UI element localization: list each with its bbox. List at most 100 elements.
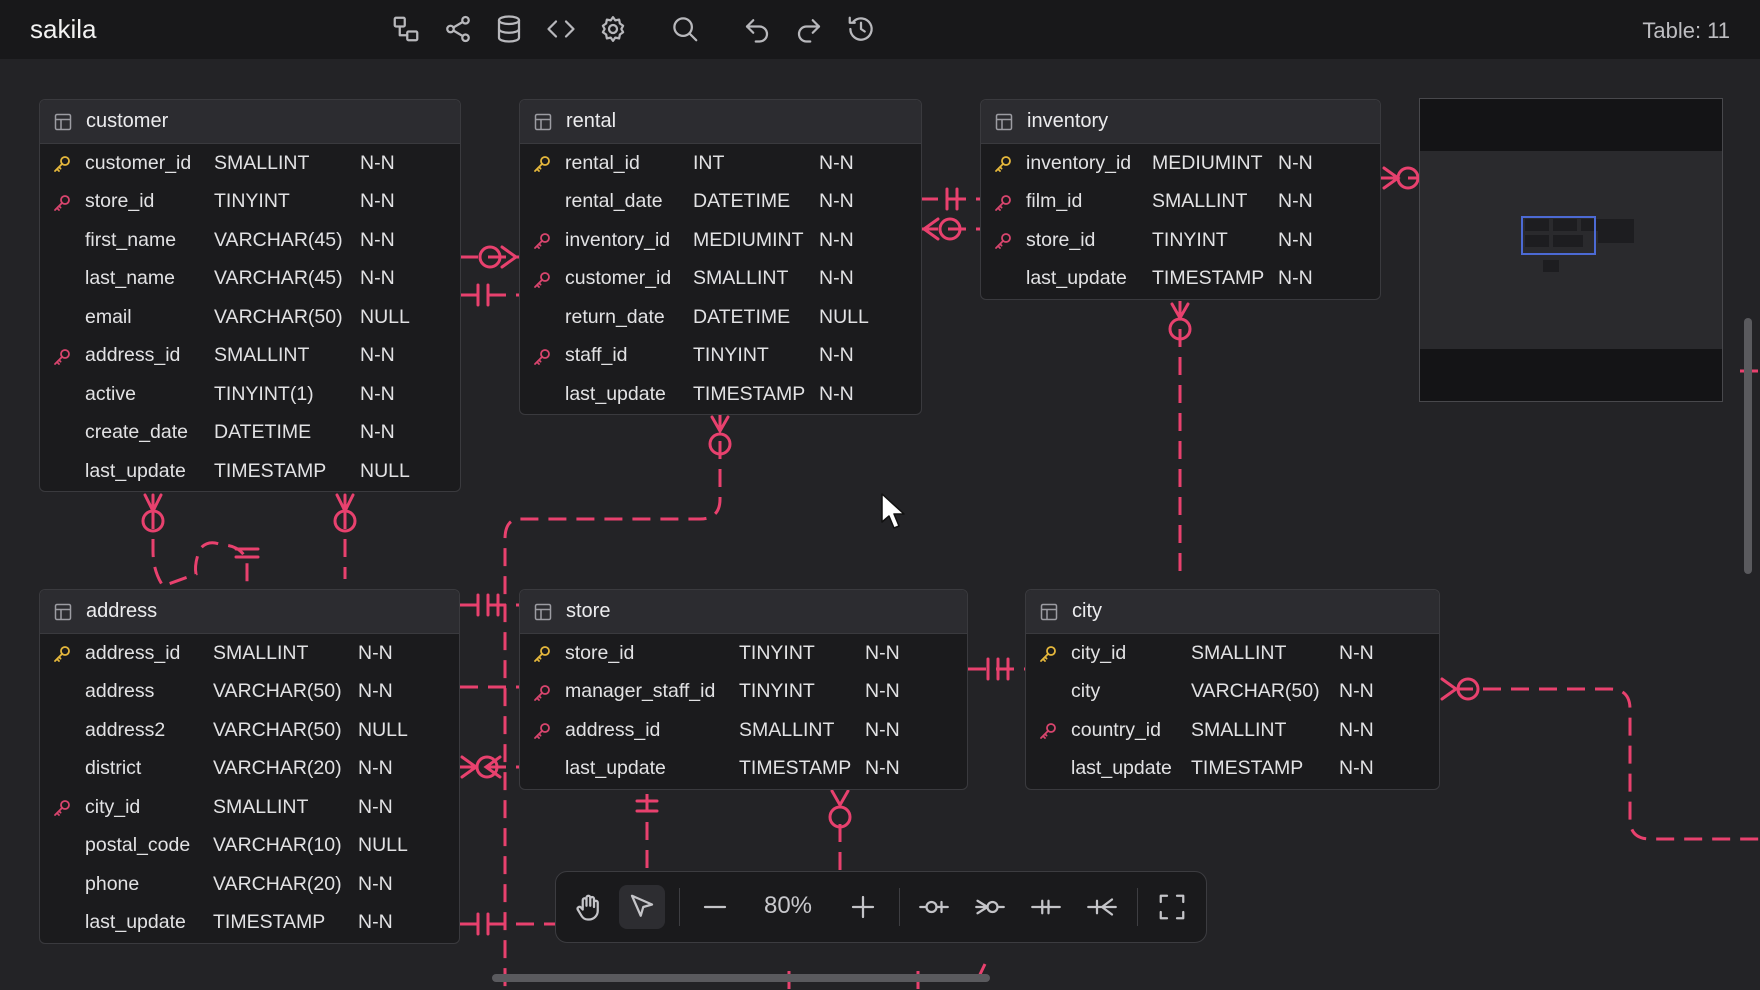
table-header[interactable]: rental xyxy=(520,100,921,144)
column-row[interactable]: active TINYINT(1) N-N xyxy=(40,375,460,414)
share-icon[interactable] xyxy=(441,12,475,46)
column-row[interactable]: first_name VARCHAR(45) N-N xyxy=(40,221,460,260)
column-nullable: N-N xyxy=(1278,190,1313,213)
column-name: inventory_id xyxy=(565,228,671,251)
table-inventory[interactable]: inventory inventory_id MEDIUMINT N-N film_id… xyxy=(980,99,1381,300)
column-row[interactable]: address2 VARCHAR(50) NULL xyxy=(40,711,459,750)
search-icon[interactable] xyxy=(668,12,702,46)
history-icon[interactable] xyxy=(844,12,878,46)
settings-icon[interactable] xyxy=(596,12,630,46)
column-nullable: N-N xyxy=(1278,228,1313,251)
table-header[interactable]: customer xyxy=(40,100,460,144)
column-row[interactable]: postal_code VARCHAR(10) NULL xyxy=(40,827,459,866)
column-row[interactable]: manager_staff_id TINYINT N-N xyxy=(520,673,967,712)
vertical-scrollbar[interactable] xyxy=(1744,318,1752,574)
column-nullable: N-N xyxy=(358,872,393,895)
column-nullable: N-N xyxy=(1339,641,1374,664)
diagram-icon[interactable] xyxy=(389,12,423,46)
column-nullable: N-N xyxy=(865,718,900,741)
column-row[interactable]: city_id SMALLINT N-N xyxy=(40,788,459,827)
fullscreen-icon[interactable] xyxy=(1149,885,1195,929)
column-row[interactable]: rental_id INT N-N xyxy=(520,144,921,183)
code-icon[interactable] xyxy=(544,12,578,46)
column-nullable: NULL xyxy=(819,305,869,328)
column-name: customer_id xyxy=(85,151,192,174)
column-row[interactable]: email VARCHAR(50) NULL xyxy=(40,298,460,337)
column-row[interactable]: film_id SMALLINT N-N xyxy=(981,183,1380,222)
column-row[interactable]: store_id TINYINT N-N xyxy=(40,183,460,222)
column-row[interactable]: rental_date DATETIME N-N xyxy=(520,183,921,222)
column-nullable: N-N xyxy=(360,344,395,367)
column-row[interactable]: create_date DATETIME N-N xyxy=(40,414,460,453)
column-row[interactable]: last_update TIMESTAMP N-N xyxy=(520,750,967,789)
column-row[interactable]: city_id SMALLINT N-N xyxy=(1026,634,1439,673)
column-type: TINYINT xyxy=(739,680,815,703)
column-nullable: N-N xyxy=(360,190,395,213)
column-row[interactable]: last_update TIMESTAMP N-N xyxy=(981,260,1380,299)
relation-one-one-icon[interactable] xyxy=(1023,885,1069,929)
column-type: TINYINT(1) xyxy=(214,382,314,405)
column-row[interactable]: customer_id SMALLINT N-N xyxy=(520,260,921,299)
column-type: TIMESTAMP xyxy=(1152,267,1265,290)
minimap[interactable] xyxy=(1419,98,1723,402)
zoom-in-icon[interactable] xyxy=(840,885,886,929)
zoom-level[interactable]: 80% xyxy=(753,892,823,920)
column-name: last_update xyxy=(1071,757,1172,780)
column-row[interactable]: inventory_id MEDIUMINT N-N xyxy=(981,144,1380,183)
table-icon xyxy=(54,113,86,131)
column-row[interactable]: last_name VARCHAR(45) N-N xyxy=(40,260,460,299)
column-row[interactable]: store_id TINYINT N-N xyxy=(520,634,967,673)
column-row[interactable]: customer_id SMALLINT N-N xyxy=(40,144,460,183)
column-row[interactable]: country_id SMALLINT N-N xyxy=(1026,711,1439,750)
zoom-out-icon[interactable] xyxy=(692,885,738,929)
column-name: email xyxy=(85,305,132,328)
database-icon[interactable] xyxy=(492,12,526,46)
table-store[interactable]: store store_id TINYINT N-N manager_staff_id T… xyxy=(519,589,968,790)
column-row[interactable]: address VARCHAR(50) N-N xyxy=(40,673,459,712)
relation-zero-one-icon[interactable] xyxy=(911,885,957,929)
column-row[interactable]: phone VARCHAR(20) N-N xyxy=(40,865,459,904)
table-header[interactable]: store xyxy=(520,590,967,634)
column-row[interactable]: last_update TIMESTAMP N-N xyxy=(40,904,459,943)
table-header[interactable]: city xyxy=(1026,590,1439,634)
select-tool-icon[interactable] xyxy=(619,885,665,929)
table-address[interactable]: address address_id SMALLINT N-N address VARCH… xyxy=(39,589,460,944)
column-row[interactable]: last_update TIMESTAMP N-N xyxy=(1026,750,1439,789)
column-row[interactable]: address_id SMALLINT N-N xyxy=(520,711,967,750)
primary-key-icon xyxy=(532,154,552,174)
column-row[interactable]: last_update TIMESTAMP NULL xyxy=(40,452,460,491)
column-name: film_id xyxy=(1026,190,1083,213)
column-type: SMALLINT xyxy=(739,718,835,741)
column-row[interactable]: inventory_id MEDIUMINT N-N xyxy=(520,221,921,260)
column-row[interactable]: staff_id TINYINT N-N xyxy=(520,337,921,376)
table-header[interactable]: inventory xyxy=(981,100,1380,144)
table-customer[interactable]: customer customer_id SMALLINT N-N store_id TI… xyxy=(39,99,461,492)
relation-zero-many-icon[interactable] xyxy=(967,885,1013,929)
table-header[interactable]: address xyxy=(40,590,459,634)
column-row[interactable]: last_update TIMESTAMP N-N xyxy=(520,375,921,414)
column-row[interactable]: district VARCHAR(20) N-N xyxy=(40,750,459,789)
mouse-cursor-icon xyxy=(881,493,905,529)
table-city[interactable]: city city_id SMALLINT N-N city VARCHAR(50) N-N… xyxy=(1025,589,1440,790)
column-type: TINYINT xyxy=(1152,228,1228,251)
top-bar: sakila Table: 11 xyxy=(0,0,1760,59)
column-type: MEDIUMINT xyxy=(693,228,804,251)
column-type: SMALLINT xyxy=(693,267,789,290)
column-row[interactable]: address_id SMALLINT N-N xyxy=(40,337,460,376)
foreign-key-icon xyxy=(532,347,552,367)
minimap-viewport-indicator[interactable] xyxy=(1521,216,1596,255)
column-nullable: N-N xyxy=(819,267,854,290)
column-row[interactable]: address_id SMALLINT N-N xyxy=(40,634,459,673)
horizontal-scrollbar[interactable] xyxy=(492,974,990,982)
column-row[interactable]: return_date DATETIME NULL xyxy=(520,298,921,337)
table-rental[interactable]: rental rental_id INT N-N rental_date DATETIME… xyxy=(519,99,922,415)
column-name: customer_id xyxy=(565,267,672,290)
column-name: return_date xyxy=(565,305,665,328)
column-row[interactable]: city VARCHAR(50) N-N xyxy=(1026,673,1439,712)
column-row[interactable]: store_id TINYINT N-N xyxy=(981,221,1380,260)
column-name: last_name xyxy=(85,267,175,290)
redo-icon[interactable] xyxy=(792,12,826,46)
relation-one-many-icon[interactable] xyxy=(1079,885,1125,929)
undo-icon[interactable] xyxy=(740,12,774,46)
hand-tool-icon[interactable] xyxy=(566,885,612,929)
